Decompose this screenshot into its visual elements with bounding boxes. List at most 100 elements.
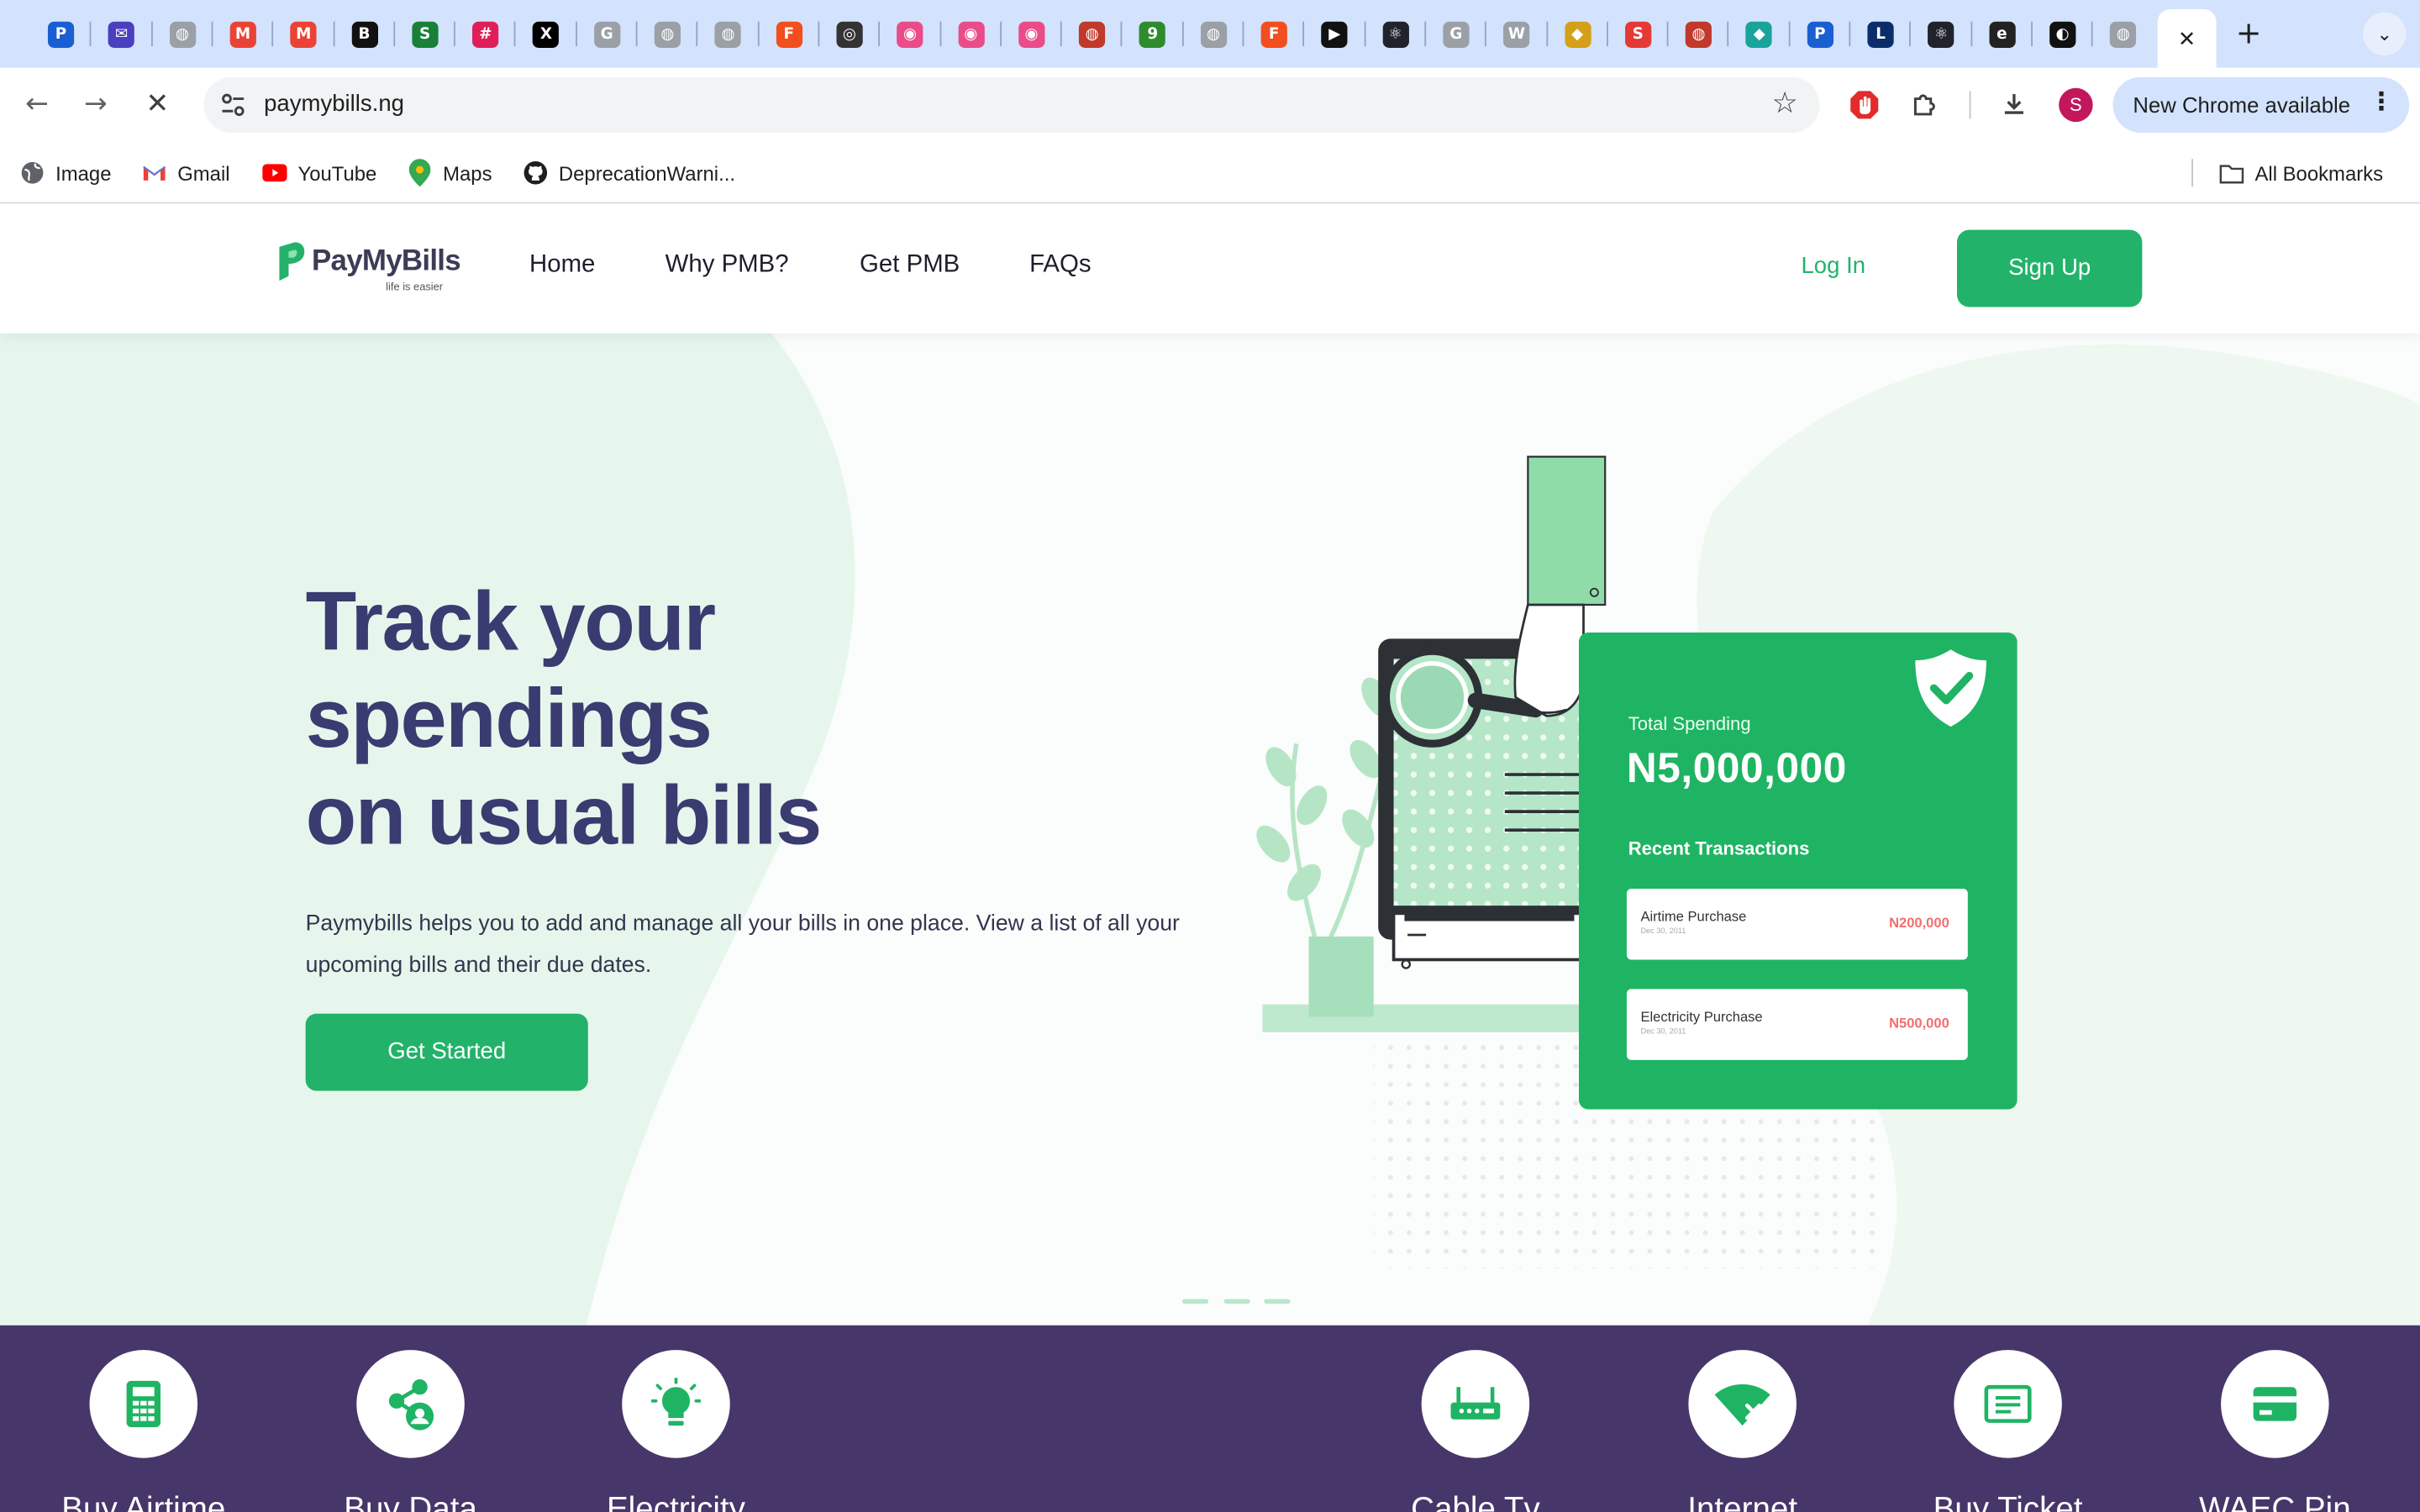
- close-tab-icon[interactable]: ✕: [2178, 25, 2196, 51]
- browser-tab[interactable]: ⚛: [1365, 9, 1426, 59]
- browser-tab[interactable]: F: [759, 9, 819, 59]
- service-buy-ticket[interactable]: Buy Ticket: [1900, 1350, 2116, 1512]
- github-favicon: ◐: [2049, 20, 2076, 48]
- browser-tab[interactable]: ◍: [698, 9, 759, 59]
- tab-search-button[interactable]: ⌄: [2363, 12, 2407, 56]
- paymybills-logo[interactable]: PayMyBills life is easier: [275, 241, 461, 300]
- extensions-puzzle-icon[interactable]: [1906, 87, 1943, 123]
- browser-tab[interactable]: ◍: [638, 9, 698, 59]
- browser-tab[interactable]: X: [516, 9, 576, 59]
- bookmark-deprecation[interactable]: DeprecationWarni...: [523, 157, 735, 188]
- bookmark-star-icon[interactable]: ☆: [1771, 87, 1797, 120]
- browser-tab[interactable]: ⚛: [1911, 9, 1971, 59]
- browser-tab[interactable]: ◍: [1062, 9, 1123, 59]
- browser-tab[interactable]: B: [334, 9, 395, 59]
- browser-tab[interactable]: ◆: [1547, 9, 1607, 59]
- profile-avatar[interactable]: S: [2059, 87, 2093, 123]
- login-link[interactable]: Log In: [1801, 253, 1865, 279]
- url-text[interactable]: paymybills.ng: [264, 91, 404, 117]
- browser-tab[interactable]: 9: [1123, 9, 1183, 59]
- bookmark-gmail[interactable]: Gmail: [142, 157, 230, 188]
- carousel-dot[interactable]: [1181, 1299, 1209, 1305]
- browser-tab[interactable]: S: [395, 9, 455, 59]
- address-bar[interactable]: paymybills.ng ☆: [203, 76, 1820, 133]
- carousel-dot[interactable]: [1223, 1299, 1250, 1305]
- service-buy-airtime[interactable]: Buy Airtime: [35, 1350, 251, 1512]
- bookmark-image[interactable]: Image: [20, 157, 112, 188]
- browser-tab[interactable]: ◉: [1002, 9, 1062, 59]
- browser-tab[interactable]: ◐: [2033, 9, 2093, 59]
- tab-separator: [1545, 21, 1548, 47]
- nav-faqs[interactable]: FAQs: [1029, 251, 1091, 279]
- signup-button[interactable]: Sign Up: [1956, 229, 2143, 307]
- browser-tab[interactable]: ◍: [152, 9, 213, 59]
- bookmark-youtube[interactable]: YouTube: [262, 157, 376, 188]
- github-icon: [523, 160, 548, 185]
- browser-tab[interactable]: F: [1244, 9, 1304, 59]
- browser-tab[interactable]: ▶: [1305, 9, 1365, 59]
- bookmark-maps[interactable]: Maps: [408, 157, 492, 188]
- nav-why-pmb[interactable]: Why PMB?: [666, 251, 789, 279]
- browser-tab[interactable]: S: [1607, 9, 1668, 59]
- tab-separator: [1424, 21, 1426, 47]
- react-favicon: ⚛: [1381, 20, 1409, 48]
- browser-tab[interactable]: ◉: [940, 9, 1001, 59]
- browser-tab[interactable]: M: [213, 9, 273, 59]
- service-waec-pin[interactable]: WAEC Pin: [2167, 1350, 2383, 1512]
- browser-tab[interactable]: ◍: [2093, 9, 2154, 59]
- tab-separator: [1728, 21, 1729, 47]
- recent-transactions-label: Recent Transactions: [1628, 837, 1810, 860]
- carousel-dot[interactable]: [1264, 1299, 1291, 1305]
- tab-separator: [211, 21, 213, 47]
- browser-tab[interactable]: G: [576, 9, 637, 59]
- site-info-icon[interactable]: [219, 91, 247, 118]
- menu-kebab-icon[interactable]: ⋮: [2369, 87, 2393, 116]
- nav-get-pmb[interactable]: Get PMB: [860, 251, 960, 279]
- service-label: Buy Data: [344, 1492, 477, 1512]
- browser-tab[interactable]: ◍: [1183, 9, 1244, 59]
- tab-separator: [878, 21, 881, 47]
- total-spending-label: Total Spending: [1628, 712, 1751, 735]
- globe-favicon: ◍: [1685, 20, 1712, 48]
- tab-separator: [575, 21, 577, 47]
- browser-tab[interactable]: W: [1486, 9, 1547, 59]
- new-tab-button[interactable]: +: [2232, 15, 2265, 49]
- service-label: Electricity: [606, 1492, 745, 1512]
- service-electricity[interactable]: Electricity: [568, 1350, 784, 1512]
- browser-tab[interactable]: P: [31, 9, 92, 59]
- browser-tab[interactable]: ◍: [1669, 9, 1729, 59]
- forward-button[interactable]: →: [74, 83, 117, 126]
- back-button[interactable]: ←: [15, 83, 58, 126]
- x-favicon: X: [533, 20, 560, 48]
- browser-tab[interactable]: ◉: [880, 9, 940, 59]
- browser-tab[interactable]: P: [1790, 9, 1850, 59]
- browser-tab[interactable]: M: [273, 9, 334, 59]
- service-cable-tv[interactable]: Cable Tv: [1367, 1350, 1583, 1512]
- active-tab[interactable]: ✕: [2157, 9, 2217, 68]
- nav-home[interactable]: Home: [529, 251, 595, 279]
- all-bookmarks-button[interactable]: All Bookmarks: [2219, 157, 2383, 188]
- stop-loading-button[interactable]: ✕: [136, 83, 179, 126]
- tab-separator: [1666, 21, 1669, 47]
- tab-separator: [635, 21, 638, 47]
- tab-separator: [999, 21, 1002, 47]
- downloads-icon[interactable]: [1996, 87, 2033, 123]
- browser-tab[interactable]: L: [1850, 9, 1911, 59]
- browser-tab[interactable]: G: [1426, 9, 1486, 59]
- chrome-update-button[interactable]: New Chrome available ⋮: [2112, 76, 2410, 133]
- browser-tab[interactable]: e: [1972, 9, 2033, 59]
- tab-separator: [757, 21, 759, 47]
- tab-separator: [392, 21, 395, 47]
- service-internet[interactable]: Internet: [1634, 1350, 1850, 1512]
- browser-tab[interactable]: #: [455, 9, 516, 59]
- browser-tab[interactable]: ✉: [92, 9, 152, 59]
- hero-heading-line: Track your: [305, 575, 716, 669]
- adblock-extension-icon[interactable]: [1846, 87, 1883, 123]
- folder-icon: [2219, 160, 2244, 185]
- service-buy-data[interactable]: Buy Data: [302, 1350, 518, 1512]
- browser-tab[interactable]: ◆: [1729, 9, 1790, 59]
- gmail-icon: [142, 160, 166, 185]
- service-label: Buy Ticket: [1933, 1492, 2083, 1512]
- get-started-button[interactable]: Get Started: [305, 1013, 588, 1091]
- browser-tab[interactable]: ◎: [819, 9, 880, 59]
